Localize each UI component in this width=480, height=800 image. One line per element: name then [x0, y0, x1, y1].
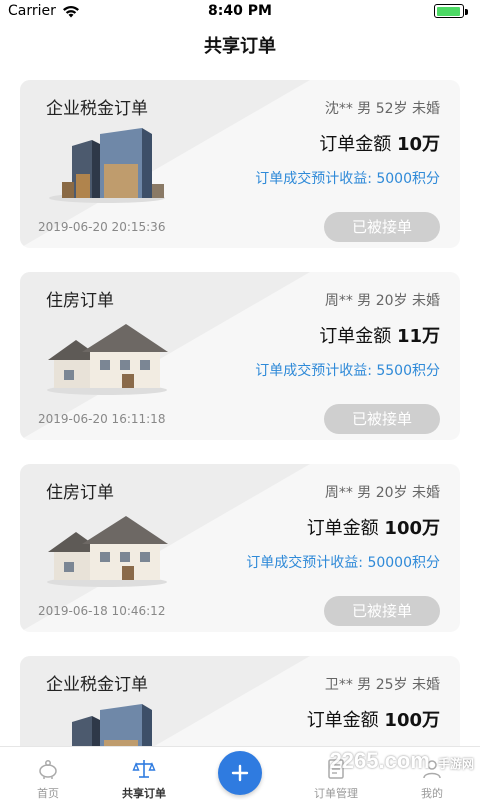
order-type: 企业税金订单 — [46, 675, 148, 695]
house-image — [42, 508, 172, 588]
order-type: 住房订单 — [46, 291, 114, 311]
office-buildings-image — [42, 700, 172, 746]
office-buildings-image — [42, 124, 172, 204]
tab-shared-orders-label: 共享订单 — [122, 787, 166, 800]
order-amount-label: 订单金额 — [319, 326, 392, 347]
page-title: 共享订单 — [204, 36, 276, 57]
watermark-sub: 手游网 — [437, 757, 474, 771]
status-time: 8:40 PM — [208, 3, 272, 19]
customer-info: 沈** 男 52岁 未婚 — [324, 101, 440, 117]
order-card[interactable]: 住房订单 2019-06-20 16:11:18 周** 男 20岁 未婚 订单… — [20, 272, 460, 440]
order-amount-value: 100万 — [384, 518, 440, 539]
order-date: 2019-06-20 20:15:36 — [38, 220, 166, 234]
order-card[interactable]: 住房订单 2019-06-18 10:46:12 周** 男 20岁 未婚 订单… — [20, 464, 460, 632]
order-date: 2019-06-18 10:46:12 — [38, 604, 166, 618]
plus-icon — [231, 764, 249, 782]
customer-info: 周** 男 20岁 未婚 — [324, 293, 440, 309]
expected-income: 订单成交预计收益: 5500积分 — [255, 363, 440, 379]
order-amount-value: 100万 — [384, 710, 440, 731]
order-amount-value: 11万 — [396, 326, 440, 347]
order-amount-label: 订单金额 — [319, 134, 392, 155]
order-date: 2019-06-20 16:11:18 — [38, 412, 166, 426]
order-amount: 订单金额 100万 — [307, 514, 440, 540]
order-type: 企业税金订单 — [46, 99, 148, 119]
order-type: 住房订单 — [46, 483, 114, 503]
house-image — [42, 316, 172, 396]
customer-info: 卫** 男 25岁 未婚 — [324, 677, 440, 693]
order-amount-label: 订单金额 — [306, 710, 379, 731]
taken-button[interactable]: 已被接单 — [324, 404, 440, 434]
add-order-button[interactable] — [218, 751, 262, 795]
order-amount: 订单金额 100万 — [307, 706, 440, 732]
tab-shared-orders[interactable]: 共享订单 — [96, 747, 192, 800]
scales-icon — [132, 760, 156, 778]
customer-info: 周** 男 20岁 未婚 — [324, 485, 440, 501]
status-bar: Carrier 8:40 PM — [0, 0, 480, 24]
tab-home-label: 首页 — [37, 787, 59, 800]
order-amount-label: 订单金额 — [306, 518, 379, 539]
order-amount: 订单金额 11万 — [319, 322, 440, 348]
order-amount: 订单金额 10万 — [319, 130, 440, 156]
battery-icon — [434, 4, 470, 20]
expected-income: 订单成交预计收益: 5000积分 — [255, 171, 440, 187]
orders-list[interactable]: 企业税金订单 2019-06-20 20:15:36 沈** 男 52岁 未婚 … — [0, 80, 480, 746]
watermark: 2265.com 手游网 — [330, 748, 474, 788]
watermark-text: 2265.com — [329, 748, 430, 773]
taken-button[interactable]: 已被接单 — [324, 212, 440, 242]
taken-button[interactable]: 已被接单 — [324, 596, 440, 626]
order-card[interactable]: 企业税金订单 2019-06-20 20:15:36 沈** 男 52岁 未婚 … — [20, 80, 460, 248]
piggy-bank-icon — [39, 760, 57, 779]
expected-income: 订单成交预计收益: 50000积分 — [246, 555, 440, 571]
tab-home[interactable]: 首页 — [0, 747, 96, 800]
order-card[interactable]: 企业税金订单 卫** 男 25岁 未婚 订单金额 100万 — [20, 656, 460, 746]
order-amount-value: 10万 — [396, 134, 440, 155]
